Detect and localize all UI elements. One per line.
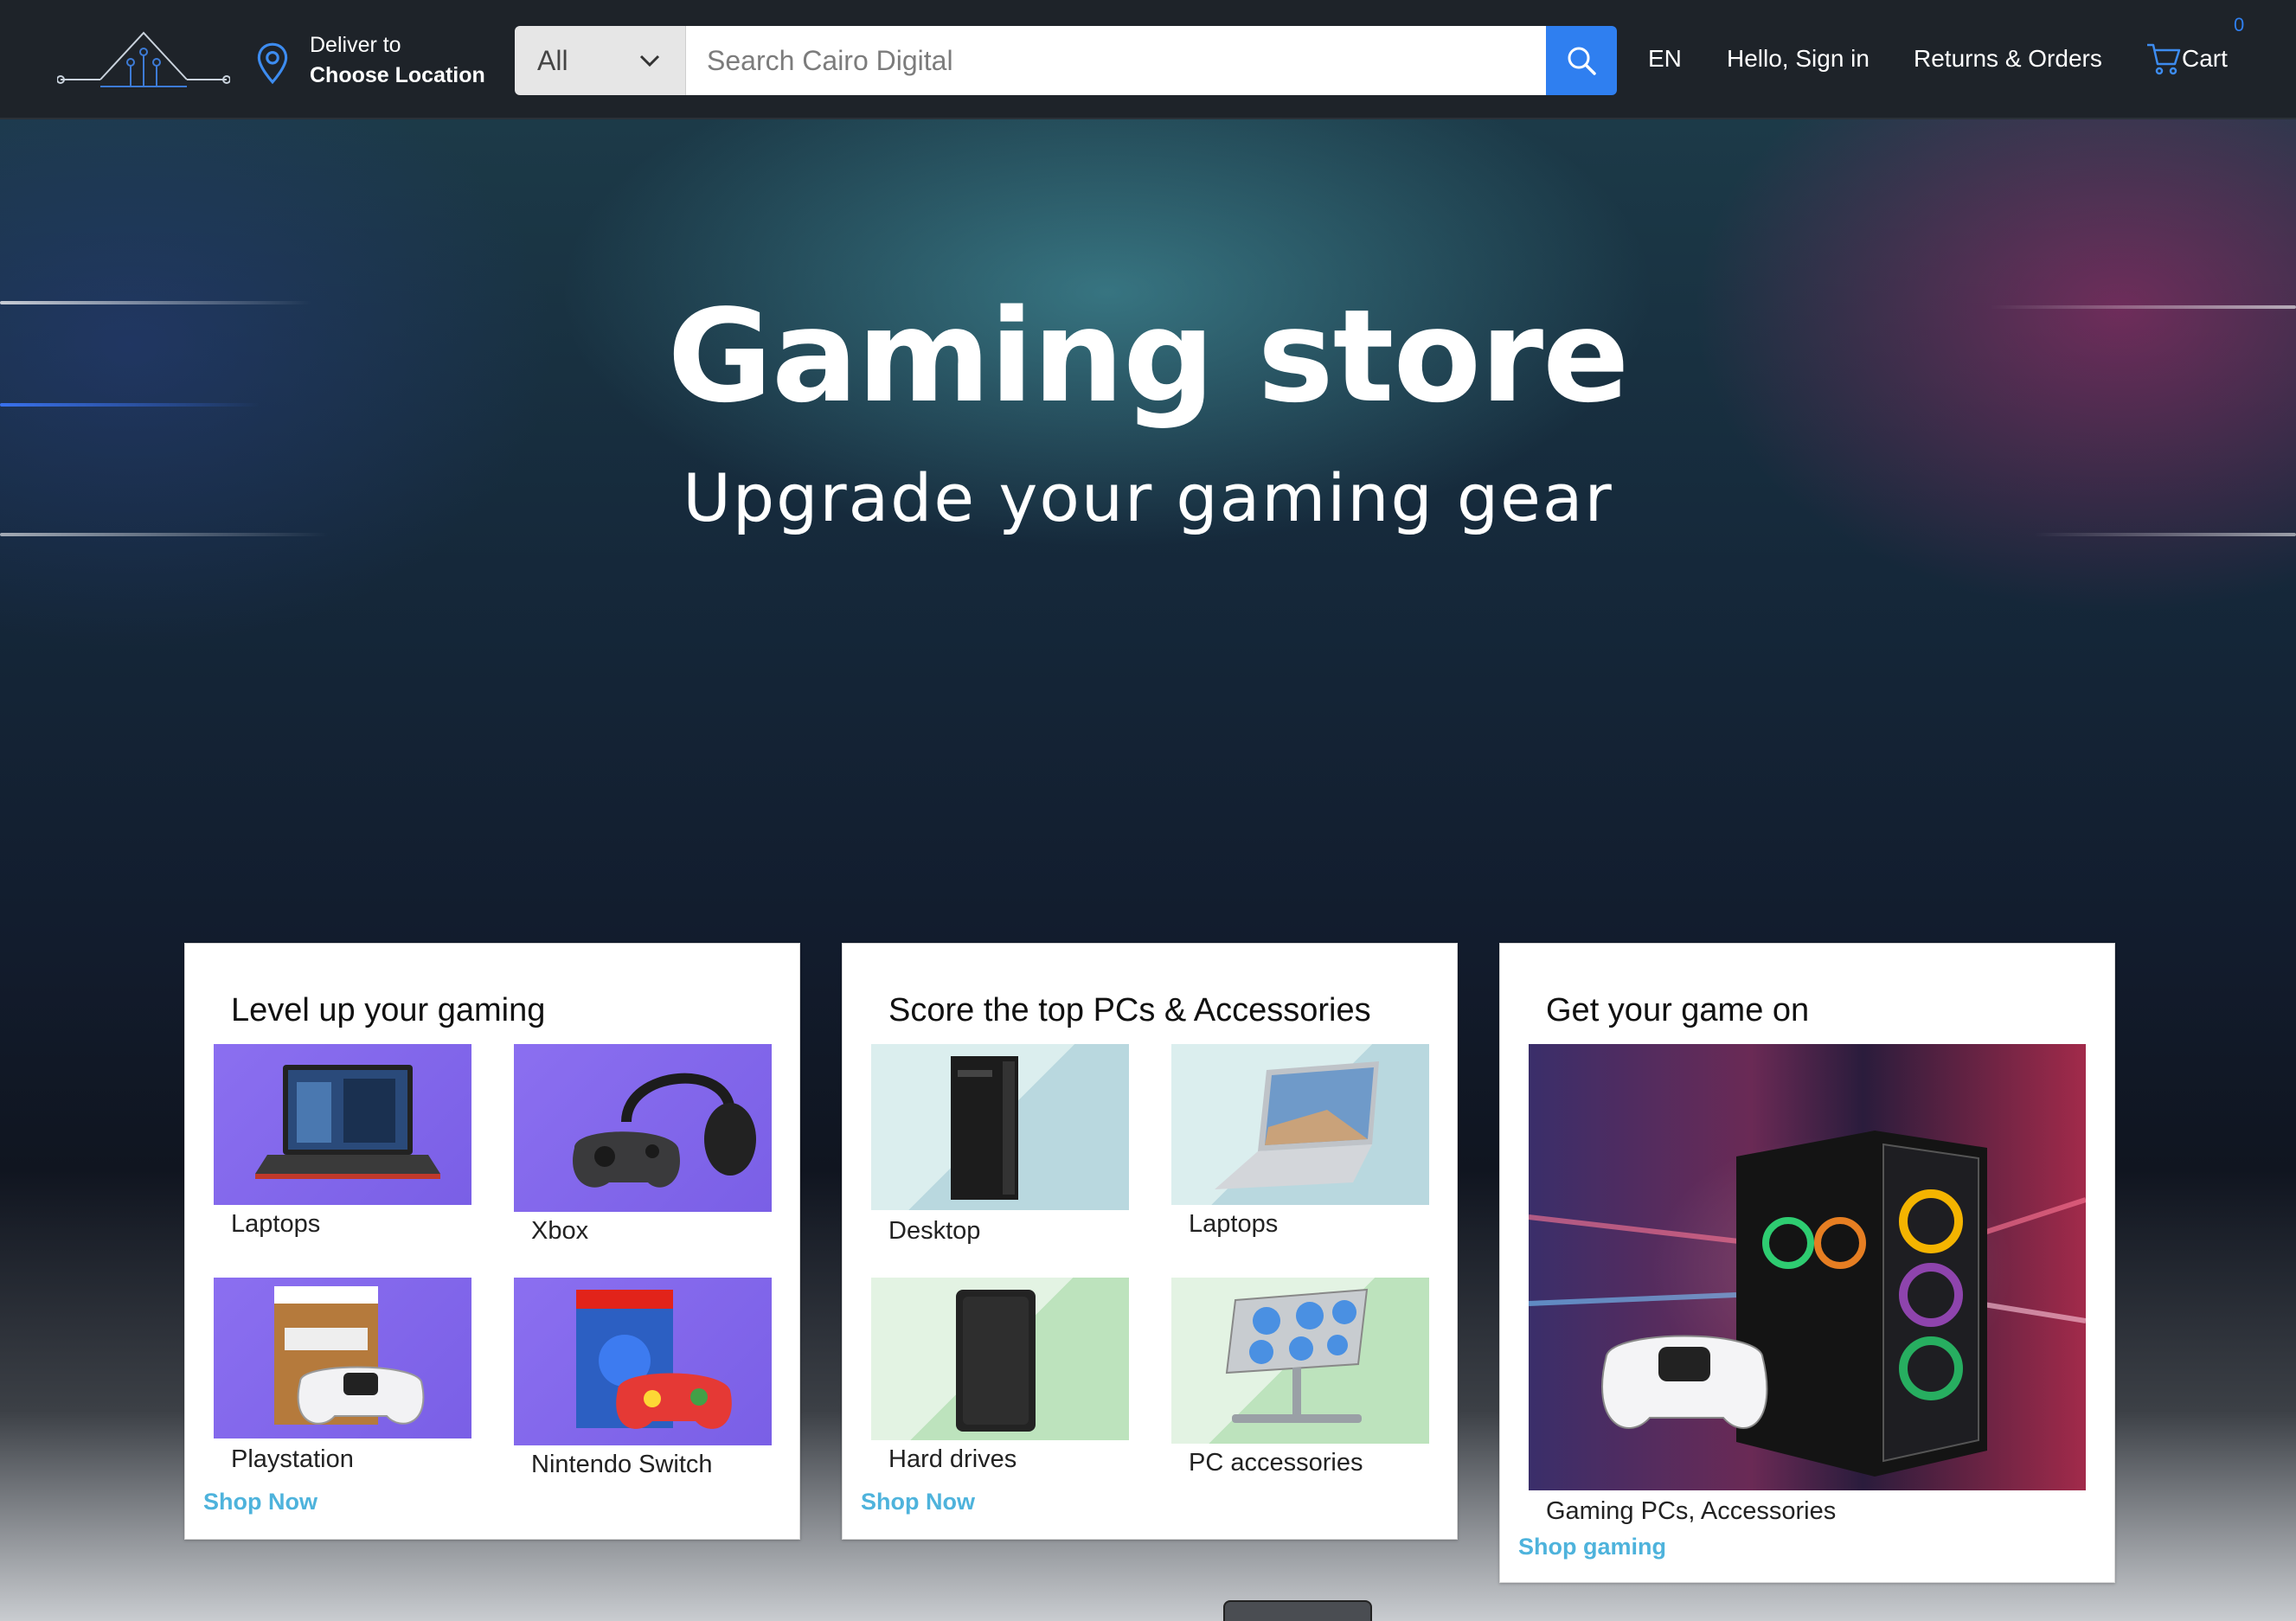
search-input[interactable] [686, 26, 1546, 95]
card-top-pcs-accessories: Score the top PCs & Accessories Desktop … [842, 943, 1458, 1540]
gaming-pc-controller-image [1529, 1131, 2086, 1477]
search-button[interactable] [1546, 26, 1617, 95]
light-streak [2033, 533, 2296, 536]
nintendo-switch-game-controller-image [576, 1290, 732, 1429]
tile-pc-accessories[interactable] [1171, 1278, 1429, 1444]
shop-now-link[interactable]: Shop Now [861, 1489, 975, 1515]
card-title: Level up your gaming [231, 992, 546, 1028]
carousel-tab[interactable] [1223, 1600, 1372, 1621]
cart-icon [2147, 43, 2181, 75]
tile-laptops[interactable] [214, 1044, 471, 1205]
top-navigation-bar: Deliver to Choose Location All EN Hello,… [0, 0, 2296, 119]
desktop-tower-image [951, 1056, 1018, 1200]
deliver-to-label: Deliver to [310, 33, 401, 57]
tile-label: Gaming PCs, Accessories [1546, 1497, 1837, 1525]
card-title: Get your game on [1546, 992, 1810, 1028]
card-get-your-game-on: Get your game on Gaming PCs, Accessories… [1499, 943, 2115, 1583]
hero-subtitle: Upgrade your gaming gear [683, 459, 1613, 536]
search-icon [1568, 47, 1596, 75]
card-title: Score the top PCs & Accessories [888, 992, 1371, 1028]
deliver-location[interactable]: Deliver to Choose Location [256, 31, 485, 92]
light-streak [0, 533, 329, 536]
returns-orders-link[interactable]: Returns & Orders [1914, 43, 2102, 74]
xbox-controller-headset-image [573, 1073, 756, 1188]
chevron-down-icon [639, 54, 660, 67]
cart-label: Cart [2182, 45, 2228, 72]
tile-label: Nintendo Switch [531, 1451, 713, 1478]
tile-label: Hard drives [888, 1445, 1017, 1473]
external-hard-drive-image [956, 1290, 1036, 1432]
cart-button[interactable]: Cart [2145, 42, 2228, 76]
shop-now-link[interactable]: Shop Now [203, 1489, 317, 1515]
sign-in-link[interactable]: Hello, Sign in [1727, 43, 1870, 74]
choose-location-label: Choose Location [310, 63, 485, 87]
tile-label: Laptops [1189, 1210, 1279, 1238]
laptop-cooling-stand-image [1225, 1288, 1369, 1423]
tile-label: PC accessories [1189, 1449, 1363, 1477]
shop-gaming-link[interactable]: Shop gaming [1518, 1534, 1666, 1560]
gaming-laptop-image [255, 1065, 440, 1179]
location-pin-icon [257, 42, 288, 85]
tile-xbox[interactable] [514, 1044, 772, 1212]
site-logo[interactable] [57, 29, 230, 93]
card-level-up-gaming: Level up your gaming Laptops Xbox Playst… [184, 943, 800, 1540]
language-selector[interactable]: EN [1648, 43, 1682, 74]
hero-title: Gaming store [667, 282, 1629, 431]
tile-gaming-pcs[interactable] [1529, 1044, 2086, 1490]
tile-label: Desktop [888, 1217, 981, 1245]
tile-desktop[interactable] [871, 1044, 1129, 1210]
laptop-image [1215, 1061, 1379, 1189]
search-bar: All [515, 26, 1617, 95]
tile-label: Laptops [231, 1210, 321, 1238]
search-category-dropdown[interactable]: All [515, 26, 686, 95]
tile-label: Playstation [231, 1445, 354, 1473]
tile-playstation[interactable] [214, 1278, 471, 1438]
tile-hard-drives[interactable] [871, 1278, 1129, 1440]
search-category-value: All [537, 44, 568, 76]
tile-laptops[interactable] [1171, 1044, 1429, 1205]
tile-nintendo-switch[interactable] [514, 1278, 772, 1445]
tile-label: Xbox [531, 1217, 589, 1245]
cart-count-badge: 0 [2234, 14, 2245, 35]
playstation-game-controller-image [274, 1286, 425, 1425]
